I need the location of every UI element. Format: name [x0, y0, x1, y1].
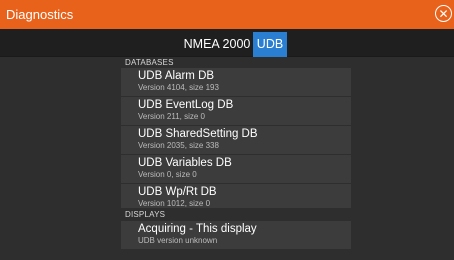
displays-header: DISPLAYS	[121, 209, 351, 220]
database-name: UDB Variables DB	[138, 157, 232, 169]
database-name: UDB SharedSetting DB	[138, 128, 258, 140]
tab-udb[interactable]: UDB	[253, 32, 287, 57]
database-detail: Version 211, size 0	[138, 112, 206, 121]
databases-header: DATABASES	[121, 57, 351, 68]
database-name: UDB Alarm DB	[138, 70, 215, 82]
close-icon[interactable]: ✕	[435, 5, 452, 22]
database-item-variables[interactable]: UDB Variables DB Version 0, size 0	[121, 155, 351, 183]
database-detail: Version 0, size 0	[138, 170, 197, 179]
title-bar: Diagnostics ✕	[0, 0, 454, 29]
database-detail: Version 2035, size 338	[138, 141, 219, 150]
database-item-alarm[interactable]: UDB Alarm DB Version 4104, size 193	[121, 68, 351, 96]
database-item-eventlog[interactable]: UDB EventLog DB Version 211, size 0	[121, 97, 351, 125]
database-name: UDB Wp/Rt DB	[138, 186, 217, 198]
database-detail: Version 4104, size 193	[138, 83, 219, 92]
tab-nmea-2000[interactable]: NMEA 2000	[183, 32, 251, 57]
tab-bar: NMEA 2000 UDB	[0, 29, 454, 57]
display-detail: UDB version unknown	[138, 236, 218, 245]
display-item-acquiring[interactable]: Acquiring - This display UDB version unk…	[121, 221, 351, 249]
database-item-sharedsetting[interactable]: UDB SharedSetting DB Version 2035, size …	[121, 126, 351, 154]
database-name: UDB EventLog DB	[138, 99, 234, 111]
database-detail: Version 1012, size 0	[138, 199, 211, 208]
window-title: Diagnostics	[6, 7, 74, 22]
display-name: Acquiring - This display	[138, 223, 257, 235]
database-item-wprt[interactable]: UDB Wp/Rt DB Version 1012, size 0	[121, 184, 351, 208]
